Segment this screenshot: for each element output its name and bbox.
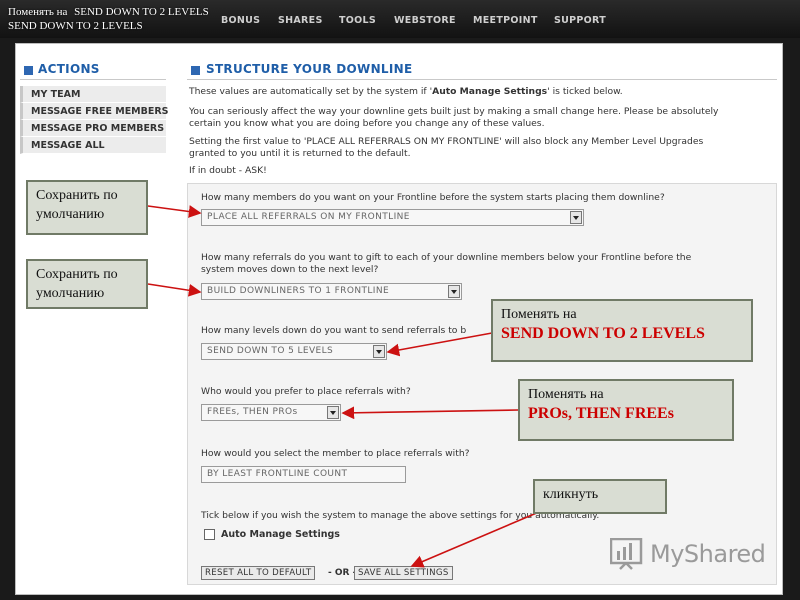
callout-3-line1: Поменять на [501,307,577,322]
callout-3-line2: SEND DOWN TO 2 LEVELS [501,325,705,342]
callout-change-levels: Поменять на SEND DOWN TO 2 LEVELS [491,299,753,362]
callout-1-text: Сохранить по умолчанию [36,188,118,222]
myshared-watermark: MyShared [610,538,766,570]
callout-click: кликнуть [533,479,667,514]
myshared-logo-icon [610,538,643,570]
arrow-1 [147,205,202,218]
callout-5-text: кликнуть [543,487,599,502]
callout-change-place-with: Поменять на PROs, THEN FREEs [518,379,734,441]
callout-4-line2: PROs, THEN FREEs [528,405,674,422]
callout-2-text: Сохранить по умолчанию [36,267,118,301]
callout-keep-default-2: Сохранить по умолчанию [26,259,148,309]
callout-4-line1: Поменять на [528,387,604,402]
arrow-2 [147,283,202,297]
arrow-4 [341,406,519,420]
watermark-text: MyShared [650,540,766,568]
arrow-5 [410,508,547,568]
callout-keep-default-1: Сохранить по умолчанию [26,180,148,235]
arrow-3 [386,332,493,357]
